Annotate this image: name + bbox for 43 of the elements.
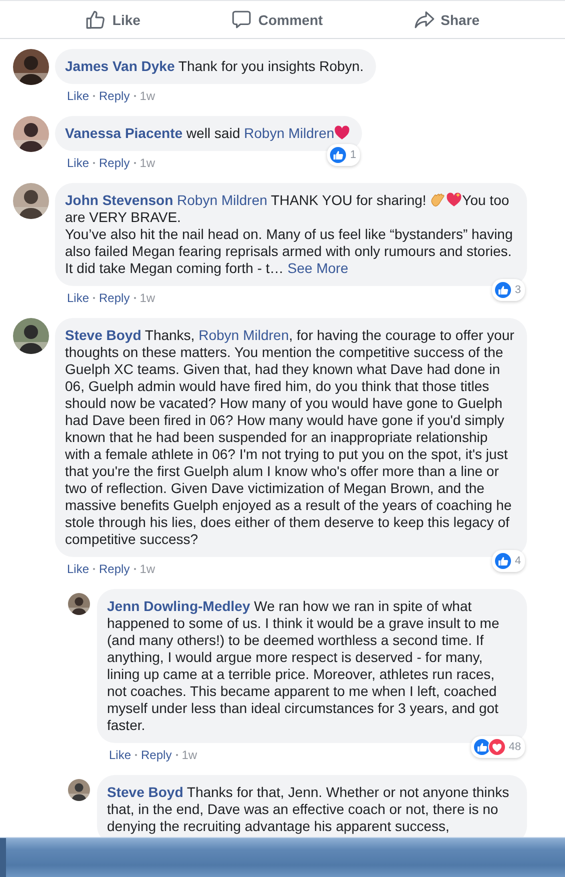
reaction-badge[interactable]: 48 [470, 736, 525, 758]
reply-link[interactable]: Reply [99, 155, 130, 171]
reply-link[interactable]: Reply [99, 561, 130, 577]
like-button[interactable]: Like [77, 5, 148, 34]
thumbs-up-icon [329, 146, 348, 164]
thumbs-up-icon [494, 552, 512, 570]
reaction-count: 4 [514, 555, 521, 567]
like-link[interactable]: Like [67, 290, 90, 306]
comment-text: Vanessa Piacente well said Robyn Mildren [65, 125, 350, 142]
like-link[interactable]: Like [67, 88, 90, 104]
reaction-count: 1 [350, 149, 356, 161]
like-link[interactable]: Like [109, 747, 132, 763]
thumbs-up-icon [494, 281, 512, 299]
sparkling-heart-icon [446, 192, 462, 208]
thumbs-up-icon [85, 9, 106, 30]
reply-link[interactable]: Reply [141, 747, 172, 763]
see-more-link[interactable]: See More [288, 260, 348, 276]
share-button[interactable]: Share [406, 5, 488, 34]
comment-text: Steve Boyd Thanks for that, Jenn. Whether or not anyone thinks that, in the end, Dave was an effective coach or not, there is no denying the recruiting advantage his apparent success, [107, 784, 510, 835]
mention-link[interactable]: Robyn Mildren [177, 192, 268, 208]
comment-text: James Van Dyke Thank for you insights Robyn. [65, 58, 364, 75]
reply-link[interactable]: Reply [99, 290, 130, 306]
mention-link[interactable]: Robyn Mildren [198, 327, 289, 343]
author-name[interactable]: John Stevenson [65, 192, 174, 208]
speech-bubble-icon [231, 9, 252, 30]
share-icon [414, 9, 435, 30]
author-name[interactable]: Jenn Dowling-Medley [107, 598, 250, 614]
reaction-count: 48 [508, 741, 521, 753]
clapping-hands-icon [430, 192, 446, 208]
author-name[interactable]: Steve Boyd [65, 327, 142, 343]
author-name[interactable]: James Van Dyke [65, 58, 175, 74]
reply-link[interactable]: Reply [99, 88, 130, 104]
reaction-count: 3 [514, 284, 521, 296]
heart-icon [334, 125, 350, 141]
author-name[interactable]: Steve Boyd [107, 784, 184, 800]
like-link[interactable]: Like [67, 155, 90, 171]
author-name[interactable]: Vanessa Piacente [65, 125, 183, 141]
comment-text: Steve Boyd Thanks, Robyn Mildren, for having the courage to offer your thoughts on these matters. You mention the competitive success of the Guelph XC teams. Given that, had they known what Dave had done in 06, Guelph admin would have fired him, do you think that those titles should now be vacated? How many of you would have gone to Guelph had Dave been fired in 06? How many would have gone if you'd simply known that he had been suspended for an inappropriate relationship with a female athlete in 06? I'm not trying to put you on the spot, it's just that you're the first Guelph alum I know who's offer more than a line or two of reflection. Given Dave victimization of Megan Brown, and the massive benefits Guelph enjoyed as a result of the years of coaching he stole through his lies, does either of them deserve to keep this legacy of competitive success? [65, 327, 515, 548]
comment-text: John Stevenson Robyn Mildren THANK YOU for sharing! You too are VERY BRAVE. You’ve also hit the nail head on. Many of us feel like “bystanders” having also failed Megan fearing reprisals armed with only rumours and stories. It did take Megan coming forth - t… See More [65, 192, 514, 277]
like-link[interactable]: Like [67, 561, 90, 577]
comment-button[interactable]: Comment [223, 5, 331, 34]
comment-text: Jenn Dowling-Medley We ran how we ran in spite of what happened to some of us. I think it would be a grave insult to me (and many others!) to be deemed worthless a second time. If anything, I would argue more respect is deserved - for many, lining up came at a terrible price. Moreover, athletes run races, not coaches. This became apparent to me when I left, coached myself under less than ideal circumstances for 3 years, and got faster. [107, 598, 500, 734]
mention-link[interactable]: Robyn Mildren [244, 125, 334, 141]
